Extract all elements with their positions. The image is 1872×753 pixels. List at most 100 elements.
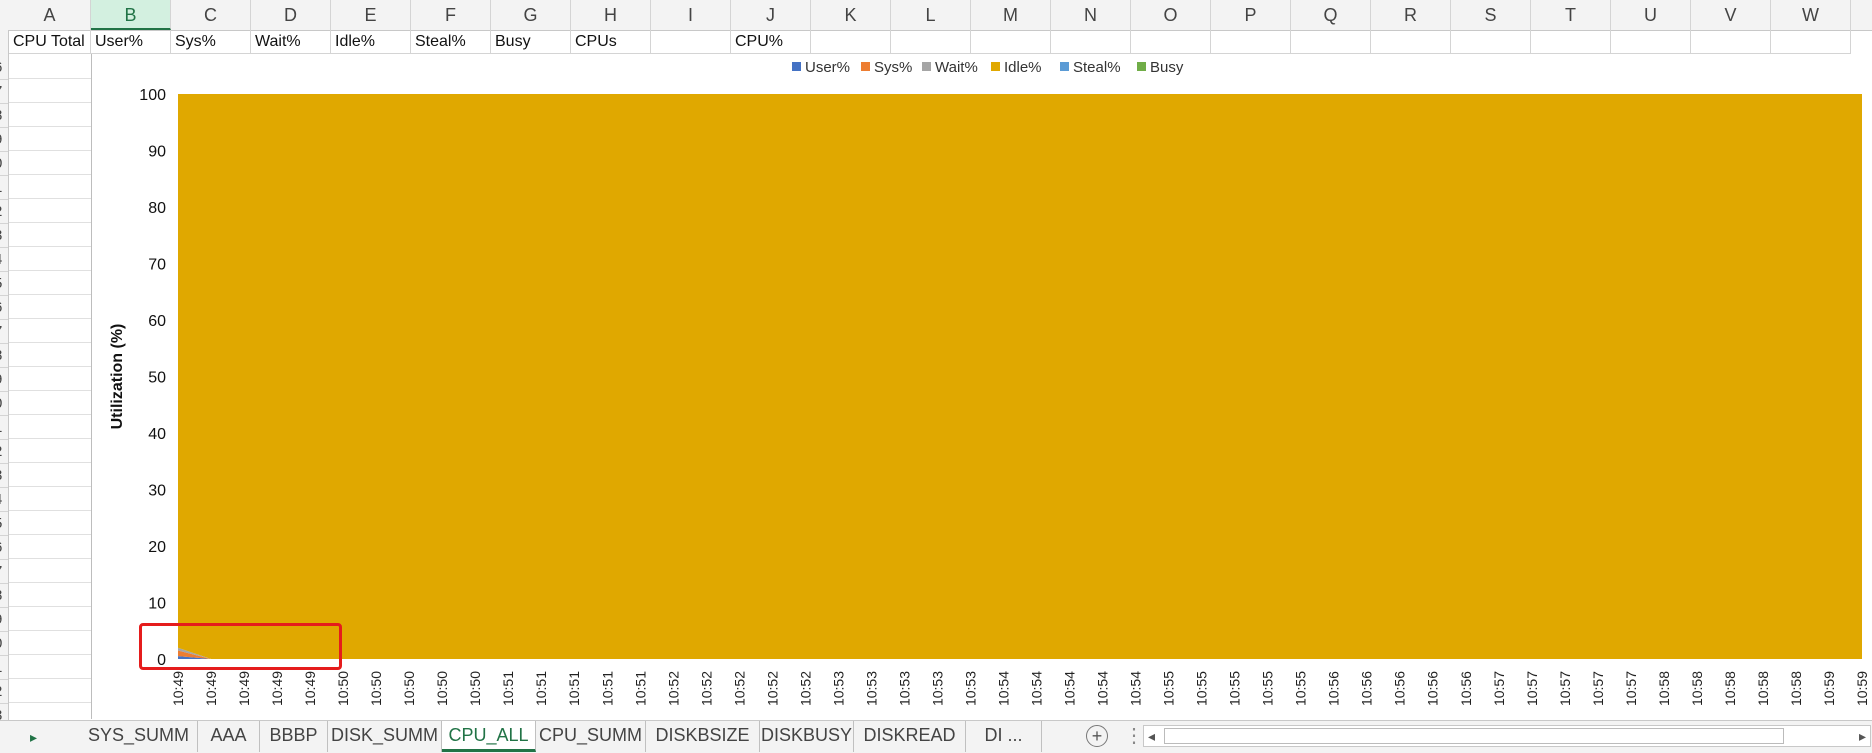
column-header-h[interactable]: H [571,0,651,30]
row-header[interactable]: 6 [0,296,8,320]
column-header-t[interactable]: T [1531,0,1611,30]
column-header-c[interactable]: C [171,0,251,30]
row-header[interactable]: 1 [0,656,8,680]
sheet-tab-cpu-summ[interactable]: CPU_SUMM [536,721,646,752]
row-header[interactable]: 7 [0,560,8,584]
cell-i-header[interactable] [651,30,731,54]
more-options-icon[interactable]: ⋮ [1124,723,1144,748]
horizontal-scrollbar[interactable]: ◂ ▸ [1143,725,1871,747]
sheet-tab-cpu-all[interactable]: CPU_ALL [442,721,536,752]
row-header[interactable]: 2 [0,200,8,224]
cell-h-header[interactable]: CPUs [571,30,651,54]
scroll-right-icon[interactable]: ▸ [1859,728,1866,745]
scrollbar-thumb[interactable] [1164,728,1784,744]
row-header[interactable]: 7 [0,80,8,104]
column-header-k[interactable]: K [811,0,891,30]
row-header[interactable]: 2 [0,680,8,704]
row-header[interactable]: 1 [0,176,8,200]
column-header-u[interactable]: U [1611,0,1691,30]
cell-b-header[interactable]: User% [91,30,171,54]
cell-o-header[interactable] [1131,30,1211,54]
cell-v-header[interactable] [1691,30,1771,54]
x-tick-label: 10:57 [1623,671,1639,706]
column-header-e[interactable]: E [331,0,411,30]
cell-l-header[interactable] [891,30,971,54]
row-header[interactable]: 9 [0,128,8,152]
column-header-m[interactable]: M [971,0,1051,30]
sheet-tab-di-[interactable]: DI ... [966,721,1042,752]
column-header-j[interactable]: J [731,0,811,30]
cell-f-header[interactable]: Steal% [411,30,491,54]
row-header[interactable]: 6 [0,536,8,560]
sheet-tab-sys-summ[interactable]: SYS_SUMM [80,721,198,752]
cell-w-header[interactable] [1771,30,1851,54]
row-header[interactable]: 2 [0,440,8,464]
row-header[interactable]: 5 [0,272,8,296]
row-header[interactable]: 8 [0,344,8,368]
column-header-v[interactable]: V [1691,0,1771,30]
column-header-p[interactable]: P [1211,0,1291,30]
column-header-r[interactable]: R [1371,0,1451,30]
cpu-utilization-chart[interactable]: User% Sys% Wait% Idle% Steal% Busy 0 10 20 30 40 50… [91,54,1872,719]
row-header[interactable]: 0 [0,152,8,176]
scroll-left-icon[interactable]: ◂ [1148,728,1155,745]
gridline [9,270,91,271]
row-header[interactable]: 0 [0,392,8,416]
cell-d-header[interactable]: Wait% [251,30,331,54]
cell-a-header[interactable]: CPU Total [9,30,91,54]
column-header-w[interactable]: W [1771,0,1851,30]
legend-swatch [991,62,1000,71]
row-header[interactable]: 9 [0,608,8,632]
cell-n-header[interactable] [1051,30,1131,54]
sheet-tab-bbbp[interactable]: BBBP [260,721,328,752]
cell-g-header[interactable]: Busy [491,30,571,54]
cell-t-header[interactable] [1531,30,1611,54]
x-tick-label: 10:55 [1194,671,1210,706]
sheet-tab-diskbsize[interactable]: DISKBSIZE [646,721,760,752]
x-tick-label: 10:49 [203,671,219,706]
row-header[interactable]: 7 [0,320,8,344]
row-header[interactable]: 6 [0,56,8,80]
column-header-s[interactable]: S [1451,0,1531,30]
column-header-a[interactable]: A [9,0,91,30]
cell-p-header[interactable] [1211,30,1291,54]
column-header-o[interactable]: O [1131,0,1211,30]
row-header[interactable]: 4 [0,248,8,272]
add-sheet-icon[interactable]: + [1086,725,1108,747]
column-header-n[interactable]: N [1051,0,1131,30]
row-header[interactable]: 4 [0,488,8,512]
cell-m-header[interactable] [971,30,1051,54]
cell-s-header[interactable] [1451,30,1531,54]
cell-j-header[interactable]: CPU% [731,30,811,54]
row-header[interactable]: 5 [0,512,8,536]
column-header-g[interactable]: G [491,0,571,30]
x-tick-label: 10:55 [1293,671,1309,706]
row-header[interactable]: 1 [0,416,8,440]
sheet-tab-diskbusy[interactable]: DISKBUSY [760,721,854,752]
cell-c-header[interactable]: Sys% [171,30,251,54]
column-header-l[interactable]: L [891,0,971,30]
column-header-i[interactable]: I [651,0,731,30]
column-header-f[interactable]: F [411,0,491,30]
column-header-d[interactable]: D [251,0,331,30]
sheet-tab-diskread[interactable]: DISKREAD [854,721,966,752]
y-axis-label: Utilization (%) [109,324,126,430]
cell-q-header[interactable] [1291,30,1371,54]
row-header[interactable]: 3 [0,224,8,248]
sheet-tab-disk-summ[interactable]: DISK_SUMM [328,721,442,752]
row-header[interactable]: 0 [0,632,8,656]
cell-e-header[interactable]: Idle% [331,30,411,54]
gridline [9,630,91,631]
row-header[interactable]: 8 [0,584,8,608]
cell-u-header[interactable] [1611,30,1691,54]
tab-scroll-right-icon[interactable]: ▸ [30,729,37,746]
row-header[interactable]: 3 [0,704,8,720]
row-header[interactable]: 8 [0,104,8,128]
row-header[interactable]: 3 [0,464,8,488]
row-header[interactable]: 9 [0,368,8,392]
sheet-tab-aaa[interactable]: AAA [198,721,260,752]
cell-k-header[interactable] [811,30,891,54]
column-header-b[interactable]: B [91,0,171,30]
cell-r-header[interactable] [1371,30,1451,54]
column-header-q[interactable]: Q [1291,0,1371,30]
